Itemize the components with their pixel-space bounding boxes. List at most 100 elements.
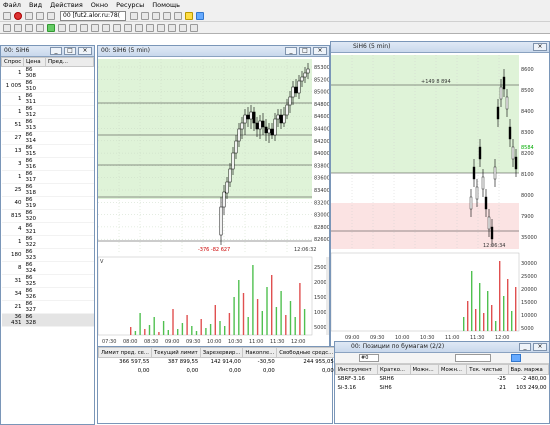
column-header[interactable]: Вар. маржа: [507, 364, 550, 375]
orderbook-row[interactable]: 1 86 308: [1, 66, 94, 80]
table-cell: [410, 375, 438, 384]
column-header[interactable]: Свободные средс...: [276, 347, 337, 358]
menu-view[interactable]: Вид: [29, 1, 42, 9]
window-icon[interactable]: [179, 24, 187, 32]
column-header[interactable]: Пред...: [45, 57, 94, 67]
orderbook-row[interactable]: 51 86 313: [1, 118, 94, 132]
cursor-icon[interactable]: [3, 24, 11, 32]
table-icon[interactable]: [130, 12, 138, 20]
print-icon[interactable]: [135, 24, 143, 32]
refresh-icon[interactable]: [157, 24, 165, 32]
export-icon[interactable]: [146, 24, 154, 32]
menu-actions[interactable]: Действия: [50, 1, 83, 9]
volume-bar: [209, 324, 212, 335]
column-header[interactable]: Лимит пред. се...: [98, 347, 152, 358]
column-header[interactable]: Тек. чистые: [466, 364, 509, 375]
orderbook-row[interactable]: 31 86 325: [1, 274, 94, 288]
price-chart-secondary[interactable]: +149 8 894 8600 8500 8400 8300 8200 8100 8000 79…: [331, 53, 549, 346]
candle-body: [285, 104, 289, 116]
minimize-button[interactable]: _: [285, 47, 297, 55]
minimize-button[interactable]: _: [519, 343, 531, 351]
volume-bar: [511, 311, 513, 331]
price-chart[interactable]: 85300 85200 85000 84800 84600 84400 84200 84000…: [98, 57, 329, 346]
column-header[interactable]: Зарезервир...: [199, 347, 244, 358]
orderbook-row[interactable]: 36 431 86 328: [1, 313, 94, 327]
text-icon[interactable]: [80, 24, 88, 32]
table-row[interactable]: 0,00 0,00 0,00 0,00 0,00: [99, 367, 348, 376]
chart-icon[interactable]: [47, 12, 55, 20]
minimize-button[interactable]: _: [50, 47, 62, 55]
zoom-out-icon[interactable]: [25, 24, 33, 32]
column-header[interactable]: Текущий лимит: [150, 347, 201, 358]
orderbook-row[interactable]: 3 86 316: [1, 157, 94, 171]
grid-icon[interactable]: [36, 12, 44, 20]
positions-title[interactable]: 00: Позиции по бумагам (2/2): [335, 342, 549, 353]
help-icon[interactable]: [185, 12, 193, 20]
orderbook-row[interactable]: 8 86 324: [1, 261, 94, 275]
column-header[interactable]: Кратко...: [377, 364, 411, 375]
table-row[interactable]: Si-3.16 SiH6 21 103 249,00: [336, 384, 549, 393]
lock-icon[interactable]: [174, 12, 182, 20]
table-row[interactable]: 366 597,55 387 899,55 142 914,00 -30,50 244 …: [99, 358, 348, 367]
column-header[interactable]: Цена: [23, 57, 46, 67]
stop-icon[interactable]: [25, 12, 33, 20]
paste-icon[interactable]: [152, 12, 160, 20]
close-button[interactable]: ×: [313, 47, 327, 55]
orderbook-row[interactable]: 13 86 315: [1, 144, 94, 158]
column-header[interactable]: Можн...: [437, 364, 468, 375]
column-header[interactable]: Спрос: [1, 57, 24, 67]
volume-bar: [266, 287, 268, 335]
menu-file[interactable]: Файл: [3, 1, 21, 9]
indicator-icon[interactable]: [113, 24, 121, 32]
column-header[interactable]: Накопле...: [242, 347, 278, 358]
menu-resources[interactable]: Ресурсы: [116, 1, 144, 9]
close-button[interactable]: ×: [533, 43, 547, 51]
close-button[interactable]: ×: [533, 343, 547, 351]
orderbook-row[interactable]: 25 86 318: [1, 183, 94, 197]
candle-icon[interactable]: [91, 24, 99, 32]
orderbook-row[interactable]: 4 86 321: [1, 222, 94, 236]
copy-icon[interactable]: [141, 12, 149, 20]
column-header[interactable]: Инструмент: [334, 364, 379, 375]
orderbook-row[interactable]: 1 005 86 310: [1, 79, 94, 93]
crosshair-icon[interactable]: [36, 24, 44, 32]
sell-icon[interactable]: [58, 24, 66, 32]
record-icon[interactable]: [14, 12, 22, 20]
filter-field[interactable]: #0: [359, 354, 379, 362]
close-button[interactable]: ×: [78, 47, 92, 55]
orderbook-row[interactable]: 1 86 322: [1, 235, 94, 249]
orderbook-row[interactable]: 180 86 323: [1, 248, 94, 262]
table-cell: 21: [499, 385, 507, 391]
zoom-in-icon[interactable]: [14, 24, 22, 32]
new-icon[interactable]: [3, 12, 11, 20]
maximize-button[interactable]: □: [64, 47, 76, 55]
orderbook-row[interactable]: 40 86 319: [1, 196, 94, 210]
line-icon[interactable]: [69, 24, 77, 32]
positions-table: Инструмент Кратко... Можн... Можн... Тек…: [334, 364, 550, 393]
orderbook-row[interactable]: 34 86 326: [1, 287, 94, 301]
settings-icon[interactable]: [124, 24, 132, 32]
apply-filter-icon[interactable]: [511, 354, 521, 362]
filter-dropdown[interactable]: [455, 354, 491, 362]
orderbook-row[interactable]: 27 86 314: [1, 131, 94, 145]
info-icon[interactable]: [196, 12, 204, 20]
orderbook-row[interactable]: 21 86 327: [1, 300, 94, 314]
column-header[interactable]: Можн...: [409, 364, 439, 375]
orderbook-row[interactable]: 815 86 320: [1, 209, 94, 223]
bar-icon[interactable]: [102, 24, 110, 32]
orderbook-row[interactable]: 1 86 312: [1, 105, 94, 119]
server-select[interactable]: 00 [fut2.alor.ru:78(: [60, 11, 126, 21]
orderbook-row[interactable]: 1 86 317: [1, 170, 94, 184]
chart-title-secondary[interactable]: SiH6 (5 min): [331, 42, 549, 53]
candle-body: [243, 114, 247, 124]
buy-icon[interactable]: [47, 24, 55, 32]
menu-window[interactable]: Окно: [91, 1, 108, 9]
maximize-button[interactable]: □: [299, 47, 311, 55]
ask-volume: [45, 92, 94, 106]
tile-icon[interactable]: [190, 24, 198, 32]
orderbook-row[interactable]: 1 86 311: [1, 92, 94, 106]
menu-help[interactable]: Помощь: [152, 1, 180, 9]
table-row[interactable]: SBRF-3.16 SRH6 -25 -2 480,00: [336, 375, 549, 384]
alert-icon[interactable]: [168, 24, 176, 32]
list-icon[interactable]: [163, 12, 171, 20]
